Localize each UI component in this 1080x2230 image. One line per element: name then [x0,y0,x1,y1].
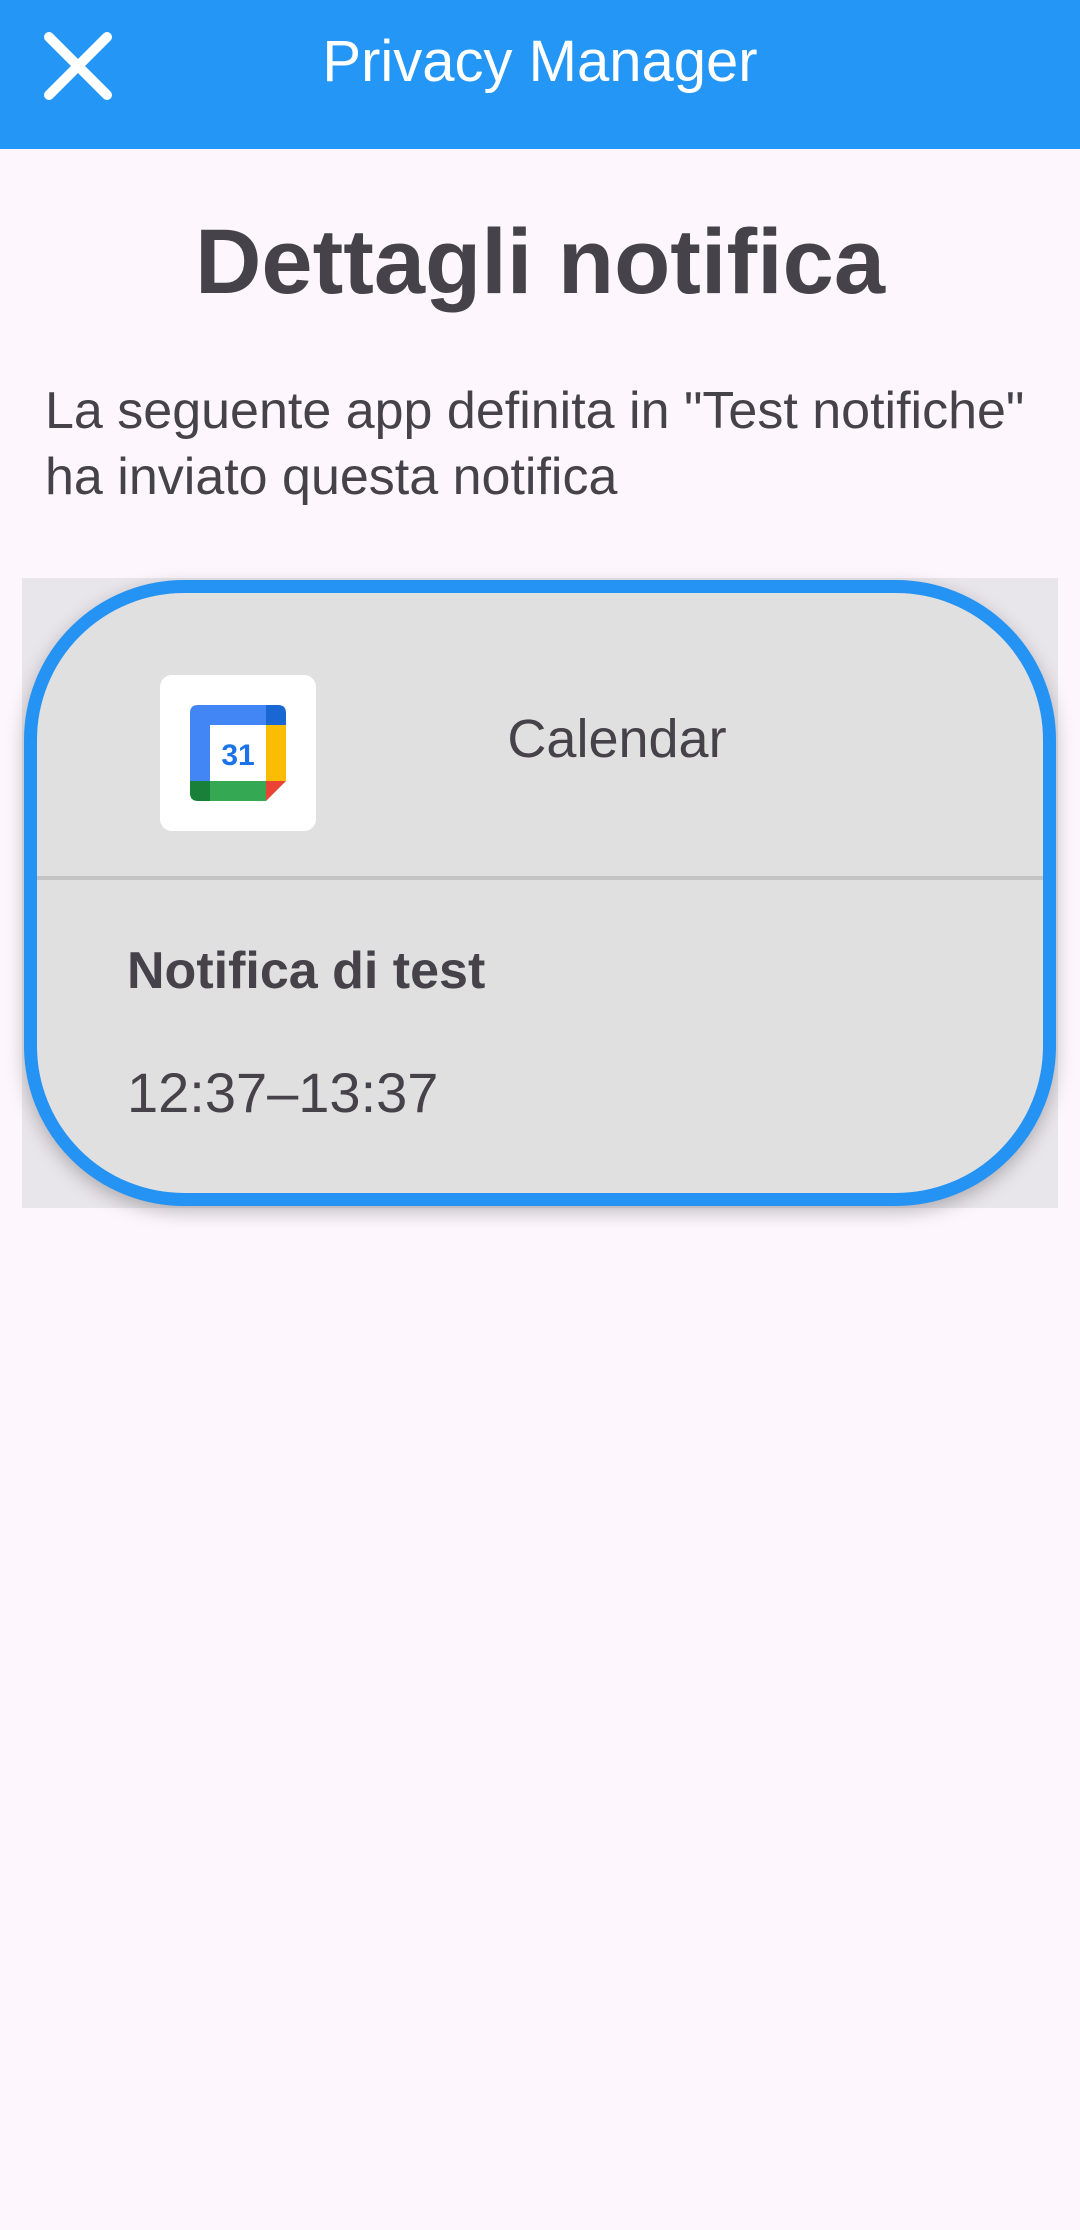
card-divider [37,876,1043,880]
app-bar-title: Privacy Manager [322,29,758,94]
app-bar: Privacy Manager [0,0,1080,149]
page-title: Dettagli notifica [194,211,886,313]
notification-title: Notifica di test [127,942,486,1000]
calendar-day-number: 31 [221,739,254,772]
app-icon-tile: 31 [160,675,316,831]
card-header: 31 Calendar [37,593,1043,879]
google-calendar-icon: 31 [190,705,286,801]
page-description: La seguente app definita in "Test notifi… [45,382,1025,506]
app-name: Calendar [507,709,727,769]
notification-time: 12:37–13:37 [127,1061,439,1124]
notification-card[interactable]: 31 Calendar Notifica di test 12:37–13:37 [24,580,1056,1206]
